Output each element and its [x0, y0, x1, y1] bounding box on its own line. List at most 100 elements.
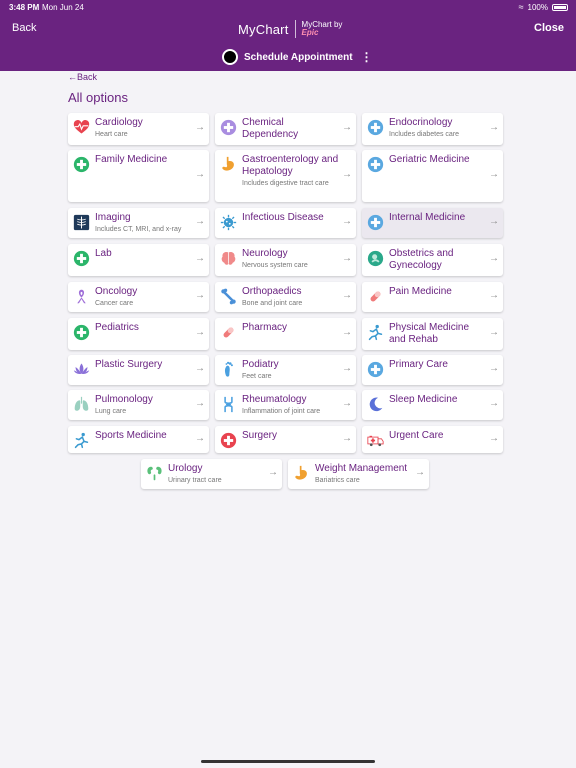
option-card-pulmonology[interactable]: Pulmonology Lung care → — [68, 390, 209, 420]
option-card-pediatrics[interactable]: Pediatrics → — [68, 318, 209, 350]
brand-logo: MyChart MyChart by Epic — [238, 20, 342, 38]
schedule-title: Schedule Appointment — [244, 51, 353, 63]
option-text: Endocrinology Includes diabetes care — [389, 117, 487, 139]
arrow-right-icon: → — [489, 432, 499, 444]
arrow-right-icon: → — [342, 327, 352, 338]
option-card-podiatry[interactable]: Podiatry Feet care → — [215, 355, 356, 385]
stomach-icon — [220, 156, 237, 173]
option-name: Neurology — [242, 248, 288, 259]
option-card-orthopaedics[interactable]: Orthopaedics Bone and joint care → — [215, 282, 356, 312]
option-text: Orthopaedics Bone and joint care — [242, 286, 340, 308]
option-name: Rheumatology — [242, 394, 307, 405]
option-card-sleep-medicine[interactable]: Sleep Medicine → — [362, 390, 503, 420]
arrow-right-icon: → — [489, 169, 499, 180]
option-text: Urgent Care — [389, 430, 487, 442]
option-card-family-medicine[interactable]: Family Medicine → — [68, 150, 209, 202]
option-text: Neurology Nervous system care — [242, 248, 340, 270]
option-name: Oncology — [95, 286, 138, 297]
arrow-left-icon: ← — [68, 72, 77, 82]
option-card-imaging[interactable]: Imaging Includes CT, MRI, and x-ray → — [68, 208, 209, 238]
arrow-right-icon: → — [342, 432, 352, 444]
option-card-urgent-care[interactable]: Urgent Care → — [362, 426, 503, 453]
back-link-label: Back — [77, 72, 98, 82]
plus-circle-icon — [367, 361, 384, 378]
option-text: Imaging Includes CT, MRI, and x-ray — [95, 212, 193, 234]
option-subtitle: Heart care — [95, 131, 128, 138]
option-card-surgery[interactable]: Surgery → — [215, 426, 356, 453]
arrow-right-icon: → — [195, 398, 205, 409]
option-subtitle: Includes CT, MRI, and x-ray — [95, 226, 182, 233]
option-card-primary-care[interactable]: Primary Care → — [362, 355, 503, 385]
arrow-right-icon: → — [195, 216, 205, 227]
close-button[interactable]: Close — [534, 22, 564, 34]
option-text: Pain Medicine — [389, 286, 487, 298]
foot-icon — [220, 361, 237, 378]
option-card-endocrinology[interactable]: Endocrinology Includes diabetes care → — [362, 113, 503, 145]
option-text: Internal Medicine — [389, 212, 487, 224]
arrow-right-icon: → — [342, 398, 352, 409]
option-card-weight-management[interactable]: Weight Management Bariatrics care → — [288, 459, 429, 489]
avatar[interactable] — [222, 49, 238, 65]
option-card-neurology[interactable]: Neurology Nervous system care → — [215, 244, 356, 276]
home-indicator — [201, 760, 375, 763]
option-card-geriatric-medicine[interactable]: Geriatric Medicine → — [362, 150, 503, 202]
plus-circle-icon — [220, 119, 237, 136]
option-card-obstetrics-and-gynecology[interactable]: Obstetrics and Gynecology → — [362, 244, 503, 276]
arrow-right-icon: → — [489, 216, 499, 227]
option-card-cardiology[interactable]: Cardiology Heart care → — [68, 113, 209, 145]
option-card-pain-medicine[interactable]: Pain Medicine → — [362, 282, 503, 312]
option-name: Pain Medicine — [389, 286, 452, 297]
back-link[interactable]: ←Back — [68, 72, 97, 82]
option-card-oncology[interactable]: Oncology Cancer care → — [68, 282, 209, 312]
option-subtitle: Bariatrics care — [315, 477, 360, 484]
pill-icon — [367, 288, 384, 305]
arrow-right-icon: → — [195, 169, 205, 180]
arrow-right-icon: → — [489, 363, 499, 374]
option-card-sports-medicine[interactable]: Sports Medicine → — [68, 426, 209, 453]
schedule-header: Schedule Appointment ⋮ — [222, 49, 373, 65]
kidney-icon — [146, 465, 163, 482]
option-card-infectious-disease[interactable]: Infectious Disease → — [215, 208, 356, 238]
arrow-right-icon: → — [195, 432, 205, 444]
option-card-physical-medicine-and-rehab[interactable]: Physical Medicine and Rehab → — [362, 318, 503, 350]
arrow-right-icon: → — [268, 467, 278, 478]
option-card-lab[interactable]: Lab → — [68, 244, 209, 276]
option-name: Pulmonology — [95, 394, 153, 405]
option-name: Chemical Dependency — [242, 117, 299, 140]
arrow-right-icon: → — [195, 327, 205, 338]
option-subtitle: Lung care — [95, 408, 127, 415]
option-text: Infectious Disease — [242, 212, 340, 224]
xray-icon — [73, 214, 90, 231]
option-text: Sleep Medicine — [389, 394, 487, 406]
running-person-icon — [367, 324, 384, 341]
arrow-right-icon: → — [342, 253, 352, 264]
option-card-gastroenterology-and-hepatology[interactable]: Gastroenterology and Hepatology Includes … — [215, 150, 356, 202]
option-text: Obstetrics and Gynecology — [389, 248, 487, 272]
option-name: Endocrinology — [389, 117, 453, 128]
more-options-icon[interactable]: ⋮ — [361, 50, 373, 64]
status-time: 3:48 PM — [9, 3, 40, 12]
option-text: Physical Medicine and Rehab — [389, 322, 487, 346]
joint-icon — [220, 396, 237, 413]
plus-circle-icon — [73, 324, 90, 341]
option-card-plastic-surgery[interactable]: Plastic Surgery → — [68, 355, 209, 385]
option-card-rheumatology[interactable]: Rheumatology Inflammation of joint care → — [215, 390, 356, 420]
option-name: Infectious Disease — [242, 212, 324, 223]
option-card-urology[interactable]: Urology Urinary tract care → — [141, 459, 282, 489]
epic-logo: MyChart by Epic — [302, 21, 343, 37]
option-subtitle: Cancer care — [95, 300, 134, 307]
option-text: Primary Care — [389, 359, 487, 371]
back-button[interactable]: Back — [12, 22, 36, 34]
option-card-pharmacy[interactable]: Pharmacy → — [215, 318, 356, 350]
option-text: Weight Management Bariatrics care — [315, 463, 413, 485]
option-name: Family Medicine — [95, 154, 168, 165]
moon-icon — [367, 396, 384, 413]
option-card-internal-medicine[interactable]: Internal Medicine → — [362, 208, 503, 238]
lungs-icon — [73, 396, 90, 413]
plus-circle-icon — [220, 432, 237, 449]
option-subtitle: Feet care — [242, 373, 272, 380]
option-card-chemical-dependency[interactable]: Chemical Dependency → — [215, 113, 356, 145]
option-name: Urology — [168, 463, 203, 474]
option-name: Physical Medicine and Rehab — [389, 322, 470, 345]
option-text: Rheumatology Inflammation of joint care — [242, 394, 340, 416]
